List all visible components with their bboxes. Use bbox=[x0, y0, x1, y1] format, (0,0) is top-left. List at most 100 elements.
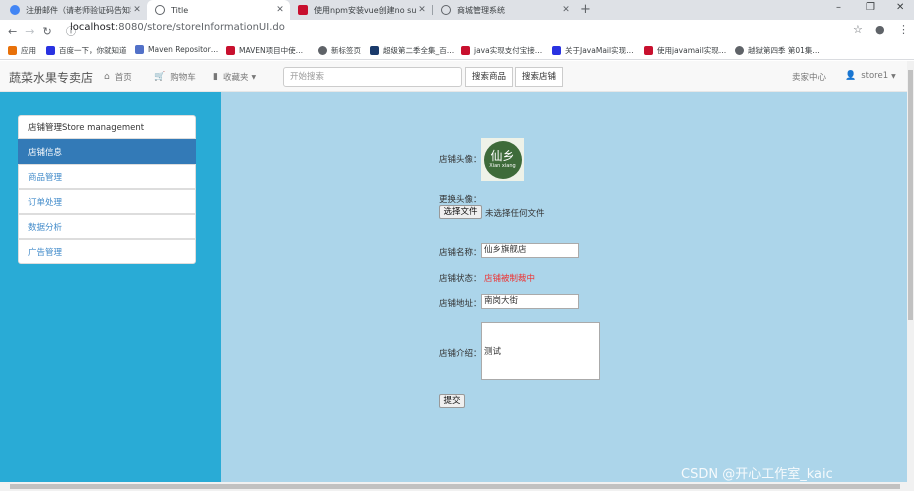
seller-center-link[interactable]: 卖家中心 bbox=[792, 71, 826, 83]
close-tab-icon[interactable]: ✕ bbox=[131, 5, 143, 15]
store-name-label: 店铺名称： bbox=[439, 248, 482, 258]
nav-cart[interactable]: 🛒 购物车 bbox=[154, 71, 196, 83]
baidu-icon bbox=[552, 46, 561, 55]
user-icon: 👤 bbox=[845, 71, 857, 81]
baidu-icon bbox=[46, 46, 55, 55]
bookmark-item[interactable]: 关于JavaMail实现… bbox=[552, 45, 634, 56]
close-window-icon[interactable]: ✕ bbox=[896, 2, 904, 13]
bookmark-label: 超级第二季全集_百… bbox=[383, 46, 455, 55]
minimize-icon[interactable]: – bbox=[836, 2, 841, 13]
tab-title: 商城管理系统 bbox=[457, 5, 505, 15]
home-icon: ⌂ bbox=[104, 72, 110, 82]
store-address-input[interactable]: 南岗大街 bbox=[481, 294, 579, 309]
bookmark-label: 新标签页 bbox=[331, 46, 361, 55]
url-path: :8080/store/storeInformationUI.do bbox=[114, 22, 285, 33]
change-avatar-label: 更换头像： bbox=[439, 195, 482, 205]
account-icon[interactable]: ● bbox=[875, 23, 885, 36]
caret-down-icon: ▼ bbox=[891, 72, 896, 80]
browser-tab-1[interactable]: Title ✕ bbox=[147, 0, 290, 20]
reload-icon[interactable]: ↻ bbox=[42, 25, 51, 38]
sidebar-item-orders[interactable]: 订单处理 bbox=[18, 189, 196, 214]
search-store-button[interactable]: 搜索店铺 bbox=[515, 67, 563, 87]
search-input[interactable]: 开始搜索 bbox=[283, 67, 462, 87]
search-goods-button[interactable]: 搜索商品 bbox=[465, 67, 513, 87]
store-state-label: 店铺状态： bbox=[439, 274, 482, 284]
site-brand[interactable]: 蔬菜水果专卖店 bbox=[9, 69, 93, 86]
bookmarks-bar: 应用 百度一下，你就知道 Maven Repositor… MAVEN项目中使…… bbox=[0, 42, 914, 60]
sidebar-item-goods[interactable]: 商品管理 bbox=[18, 164, 196, 189]
bookmark-item[interactable]: 使用javamail实现… bbox=[644, 45, 726, 56]
store-logo: 仙乡 Xian xiang bbox=[483, 140, 522, 179]
restore-icon[interactable]: ❐ bbox=[866, 2, 875, 13]
sidebar-header: 店铺管理Store management bbox=[18, 115, 196, 139]
bookmark-apps[interactable]: 应用 bbox=[8, 45, 36, 56]
browser-tab-bar: 注册邮件（请老师验证码告知我… ✕ Title ✕ 使用npm安装vue创建no… bbox=[0, 0, 914, 20]
menu-kebab-icon[interactable]: ⋮ bbox=[898, 23, 909, 36]
store-intro-textarea[interactable]: 测试 bbox=[481, 322, 600, 380]
chrome-icon bbox=[10, 5, 20, 15]
globe-icon bbox=[318, 46, 327, 55]
bookmark-label: 关于JavaMail实现… bbox=[565, 46, 634, 55]
sidebar-item-store-info[interactable]: 店铺信息 bbox=[18, 139, 196, 164]
site-navbar: 蔬菜水果专卖店 ⌂ 首页 🛒 购物车 ▮ 收藏夹 ▼ 开始搜索 搜索商品 搜索店铺 卖家… bbox=[0, 61, 907, 92]
bookmark-item[interactable]: MAVEN项目中使… bbox=[226, 45, 303, 56]
apps-grid-icon bbox=[8, 46, 17, 55]
store-name-input[interactable]: 仙乡旗舰店 bbox=[481, 243, 579, 258]
bookmark-label: MAVEN项目中使… bbox=[239, 46, 304, 55]
sidebar-item-analytics[interactable]: 数据分析 bbox=[18, 214, 196, 239]
close-tab-icon[interactable]: ✕ bbox=[560, 5, 572, 15]
url-host: localhost bbox=[70, 22, 115, 33]
browser-tab-0[interactable]: 注册邮件（请老师验证码告知我… ✕ bbox=[2, 0, 147, 20]
store-address-label: 店铺地址： bbox=[439, 299, 482, 309]
bookmark-label: 百度一下，你就知道 bbox=[59, 46, 127, 55]
caret-down-icon: ▼ bbox=[251, 73, 257, 81]
bookmark-item[interactable]: Maven Repositor… bbox=[135, 45, 218, 54]
close-tab-icon[interactable]: ✕ bbox=[274, 5, 286, 15]
submit-button[interactable]: 提交 bbox=[439, 394, 465, 408]
bookmark-item[interactable]: 超级第二季全集_百… bbox=[370, 45, 454, 56]
nav-favorites-label: 收藏夹 bbox=[222, 73, 249, 83]
forward-arrow-icon[interactable]: → bbox=[25, 25, 34, 38]
browser-tab-3[interactable]: 商城管理系统 ✕ bbox=[433, 0, 576, 20]
file-status: 未选择任何文件 bbox=[485, 209, 545, 219]
back-arrow-icon[interactable]: ← bbox=[8, 25, 17, 38]
bookmark-item[interactable]: 新标签页 bbox=[318, 45, 361, 56]
user-name: store1 bbox=[861, 71, 889, 81]
bookmark-item[interactable]: 越狱第四季 第01集… bbox=[735, 45, 820, 56]
csdn-watermark: CSDN @开心工作室_kaic bbox=[681, 467, 833, 482]
logo-text: 仙乡 bbox=[490, 149, 515, 163]
bookmark-label: 应用 bbox=[21, 46, 36, 55]
video-icon bbox=[370, 46, 379, 55]
bookmark-item[interactable]: java实现支付宝接… bbox=[461, 45, 542, 56]
globe-icon bbox=[735, 46, 744, 55]
nav-favorites-dropdown[interactable]: ▮ 收藏夹 ▼ bbox=[213, 71, 256, 83]
csdn-icon bbox=[298, 5, 308, 15]
vertical-scroll-thumb[interactable] bbox=[908, 70, 913, 320]
globe-icon bbox=[155, 5, 165, 15]
bookmark-label: 越狱第四季 第01集… bbox=[748, 46, 820, 55]
url-field[interactable]: localhost:8080/store/storeInformationUI.… bbox=[70, 22, 285, 33]
tab-title: 注册邮件（请老师验证码告知我… bbox=[26, 5, 131, 15]
bookmark-label: java实现支付宝接… bbox=[474, 46, 543, 55]
nav-home[interactable]: ⌂ 首页 bbox=[104, 71, 132, 83]
store-avatar: 仙乡 Xian xiang bbox=[481, 138, 524, 181]
csdn-icon bbox=[226, 46, 235, 55]
logo-subtext: Xian xiang bbox=[489, 163, 516, 169]
choose-file-button[interactable]: 选择文件 bbox=[439, 205, 482, 219]
horizontal-scroll-thumb[interactable] bbox=[10, 484, 900, 489]
browser-tab-2[interactable]: 使用npm安装vue创建no such fi… ✕ bbox=[290, 0, 432, 20]
main-panel bbox=[221, 92, 907, 482]
close-tab-icon[interactable]: ✕ bbox=[416, 5, 428, 15]
bookmark-item[interactable]: 百度一下，你就知道 bbox=[46, 45, 127, 56]
bookmark-star-icon[interactable]: ☆ bbox=[853, 23, 863, 36]
nav-cart-label: 购物车 bbox=[170, 73, 196, 83]
bookmark-icon: ▮ bbox=[213, 72, 218, 82]
user-dropdown[interactable]: 👤 store1 ▼ bbox=[845, 71, 896, 81]
maven-icon bbox=[135, 45, 144, 54]
tab-title: Title bbox=[171, 5, 189, 15]
tab-title: 使用npm安装vue创建no such fi… bbox=[314, 5, 416, 15]
store-state-value: 店铺被制裁中 bbox=[484, 274, 536, 284]
bookmark-label: 使用javamail实现… bbox=[657, 46, 727, 55]
new-tab-button[interactable]: + bbox=[580, 2, 591, 17]
sidebar-item-ads[interactable]: 广告管理 bbox=[18, 239, 196, 264]
